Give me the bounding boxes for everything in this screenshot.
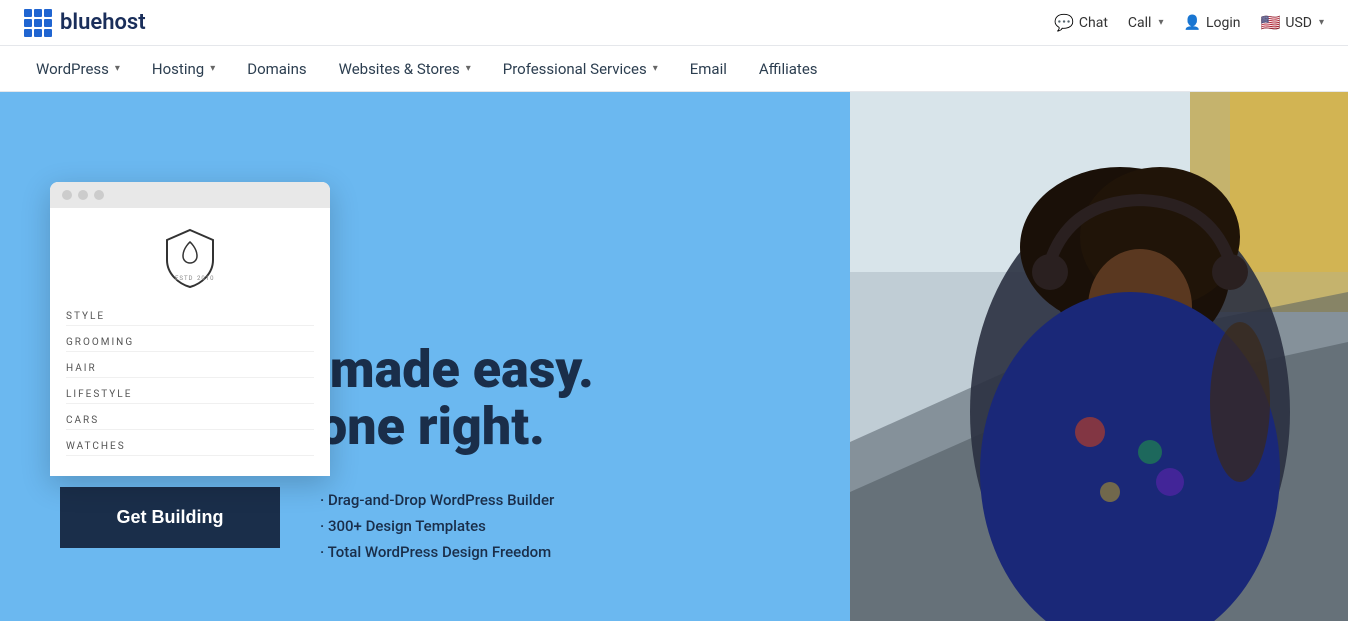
hero-bullet-1: · Drag-and-Drop WordPress Builder <box>320 491 554 509</box>
nav-websites-stores[interactable]: Websites & Stores ▾ <box>327 46 483 92</box>
chat-link[interactable]: 💬 Chat <box>1054 13 1108 32</box>
nav-domains-label: Domains <box>247 60 306 78</box>
currency-label: USD <box>1285 15 1312 31</box>
hero-bullets: · Drag-and-Drop WordPress Builder · 300+… <box>320 487 554 561</box>
nav-professional-services[interactable]: Professional Services ▾ <box>491 46 670 92</box>
call-link[interactable]: Call ▾ <box>1128 15 1164 31</box>
hero-right <box>850 92 1348 621</box>
hero-cta-row: Get Building · Drag-and-Drop WordPress B… <box>60 487 790 561</box>
nav-professional-chevron: ▾ <box>653 63 658 74</box>
main-nav: WordPress ▾ Hosting ▾ Domains Websites &… <box>0 46 1348 92</box>
user-icon: 👤 <box>1184 15 1201 31</box>
chat-icon: 💬 <box>1054 13 1074 32</box>
get-building-button[interactable]: Get Building <box>60 487 280 548</box>
nav-hosting[interactable]: Hosting ▾ <box>140 46 227 92</box>
browser-dot-red <box>62 190 72 200</box>
logo-area[interactable]: bluehost <box>24 9 146 37</box>
mock-menu-cars: CARS <box>66 412 314 430</box>
mock-menu-lifestyle: LIFESTYLE <box>66 386 314 404</box>
nav-professional-services-label: Professional Services <box>503 60 647 78</box>
hero-bullet-3: · Total WordPress Design Freedom <box>320 543 554 561</box>
login-label: Login <box>1206 15 1241 31</box>
svg-text:2010: 2010 <box>197 275 215 282</box>
mock-menu-style: STYLE <box>66 308 314 326</box>
nav-hosting-label: Hosting <box>152 60 204 78</box>
mock-browser-window: ESTD 2010 STYLE GROOMING HAIR LIFESTYLE … <box>50 182 330 476</box>
mock-browser-bar <box>50 182 330 208</box>
call-chevron-icon: ▾ <box>1158 17 1163 28</box>
nav-email-label: Email <box>690 60 727 78</box>
chat-label: Chat <box>1079 15 1108 31</box>
mock-menu-watches: WATCHES <box>66 438 314 456</box>
nav-websites-chevron: ▾ <box>466 63 471 74</box>
nav-email[interactable]: Email <box>678 46 739 92</box>
call-label: Call <box>1128 15 1152 31</box>
mock-menu-grooming: GROOMING <box>66 334 314 352</box>
person-photo <box>850 92 1348 621</box>
shield-icon: ESTD 2010 <box>165 228 215 288</box>
top-actions: 💬 Chat Call ▾ 👤 Login 🇺🇸 USD ▾ <box>1054 13 1324 32</box>
mock-site-menu: STYLE GROOMING HAIR LIFESTYLE CARS WATCH… <box>66 308 314 456</box>
brand-name: bluehost <box>60 10 146 35</box>
currency-chevron-icon: ▾ <box>1319 17 1324 28</box>
hero-bullet-2: · 300+ Design Templates <box>320 517 554 535</box>
nav-affiliates[interactable]: Affiliates <box>747 46 830 92</box>
nav-websites-stores-label: Websites & Stores <box>339 60 460 78</box>
hero-section: WordPress made easy. Websites done right… <box>0 92 1348 621</box>
browser-dot-yellow <box>78 190 88 200</box>
svg-text:ESTD: ESTD <box>175 275 194 282</box>
mock-menu-hair: HAIR <box>66 360 314 378</box>
hero-background-photo <box>850 92 1348 621</box>
mock-site-logo: ESTD 2010 <box>66 228 314 288</box>
mock-browser-content: ESTD 2010 STYLE GROOMING HAIR LIFESTYLE … <box>50 208 330 476</box>
nav-wordpress-chevron: ▾ <box>115 63 120 74</box>
currency-selector[interactable]: 🇺🇸 USD ▾ <box>1260 13 1324 32</box>
login-link[interactable]: 👤 Login <box>1184 15 1241 31</box>
flag-icon: 🇺🇸 <box>1260 13 1280 32</box>
browser-dot-green <box>94 190 104 200</box>
hero-left: WordPress made easy. Websites done right… <box>0 92 850 621</box>
nav-wordpress-label: WordPress <box>36 60 109 78</box>
nav-hosting-chevron: ▾ <box>210 63 215 74</box>
nav-affiliates-label: Affiliates <box>759 60 818 78</box>
top-bar: bluehost 💬 Chat Call ▾ 👤 Login 🇺🇸 USD ▾ <box>0 0 1348 46</box>
logo-grid-icon <box>24 9 52 37</box>
nav-domains[interactable]: Domains <box>235 46 318 92</box>
nav-wordpress[interactable]: WordPress ▾ <box>24 46 132 92</box>
